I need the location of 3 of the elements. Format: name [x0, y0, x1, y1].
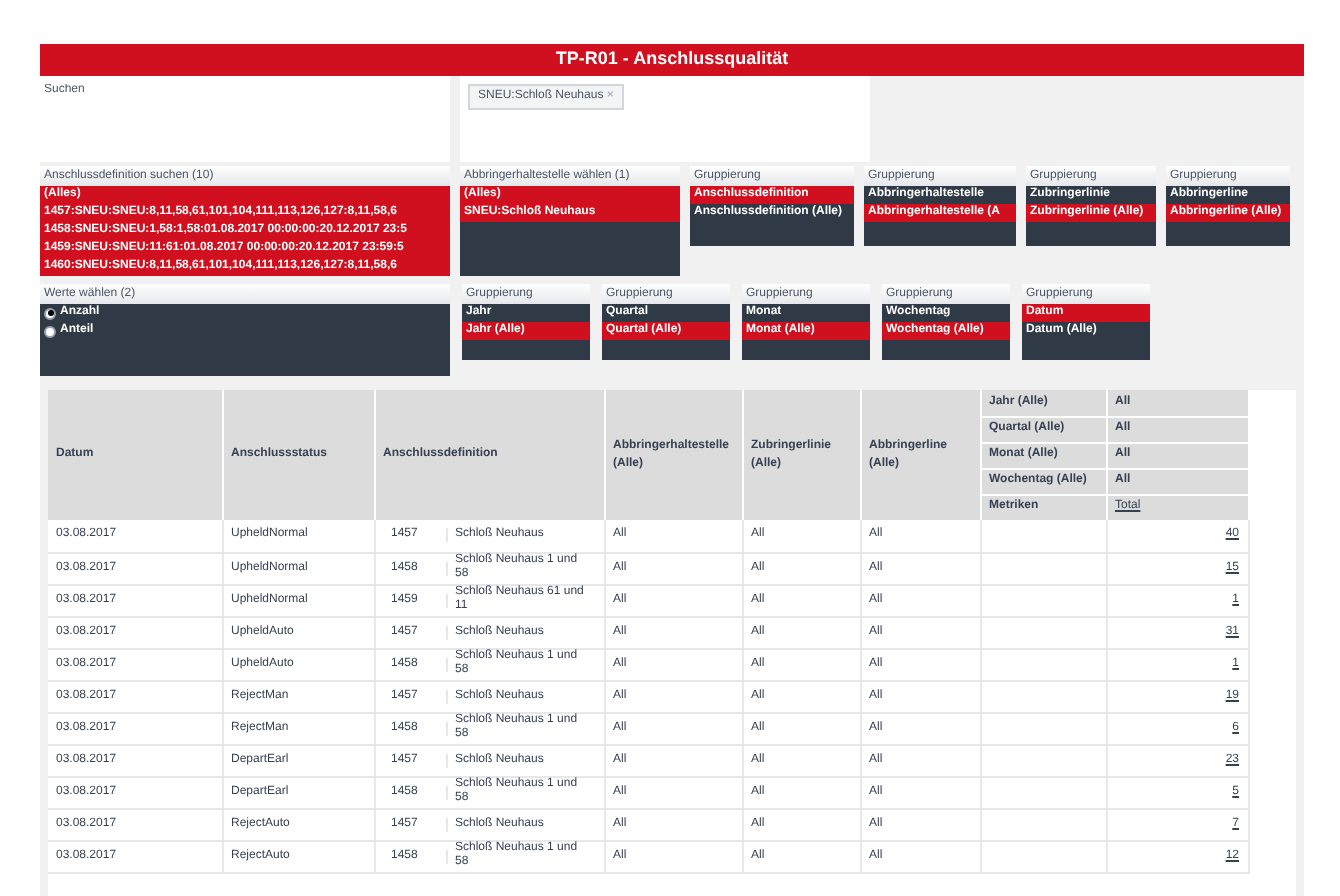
- radio-button[interactable]: [44, 307, 56, 319]
- page-title: TP-R01 - Anschlussqualität: [555, 46, 789, 73]
- radio-button[interactable]: [44, 325, 56, 337]
